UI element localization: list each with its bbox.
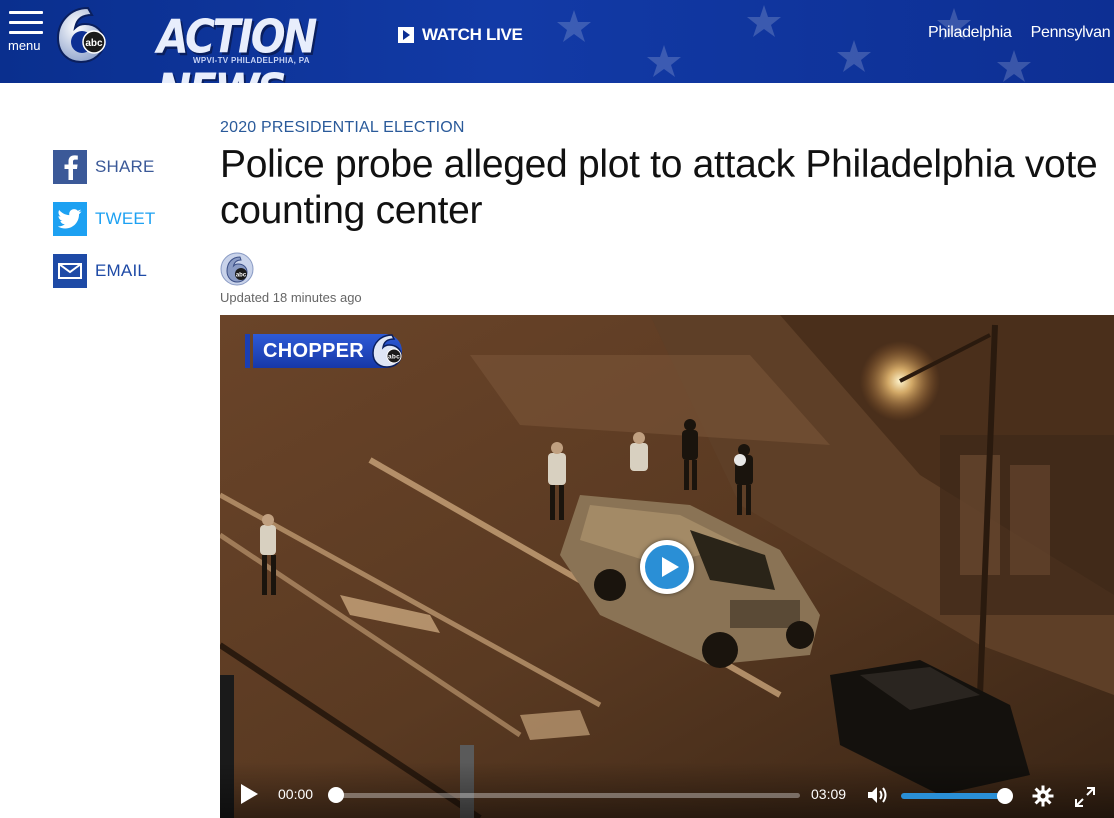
chopper-label: CHOPPER	[263, 339, 365, 362]
channel-6-logo-icon: abc	[372, 334, 402, 368]
bug-stripe	[245, 334, 250, 368]
seek-bar[interactable]	[328, 787, 800, 803]
big-play-button[interactable]	[640, 540, 694, 594]
author-badge-text: abc	[236, 273, 247, 279]
share-twitter-button[interactable]: TWEET	[53, 202, 193, 236]
share-facebook-label: SHARE	[95, 157, 155, 176]
header-nav: Philadelphia Pennsylvan	[928, 24, 1111, 42]
settings-gear-icon[interactable]	[1032, 785, 1054, 807]
nav-link-philadelphia[interactable]: Philadelphia	[928, 24, 1012, 42]
article-category[interactable]: 2020 PRESIDENTIAL ELECTION	[220, 119, 465, 137]
share-twitter-label: TWEET	[95, 209, 156, 228]
bug-badge-text: abc	[388, 354, 400, 361]
chopper-bug: CHOPPER abc	[245, 333, 403, 369]
envelope-icon	[53, 254, 87, 288]
share-email-button[interactable]: EMAIL	[53, 254, 193, 288]
abc-badge-text: abc	[85, 38, 103, 49]
video-player[interactable]: CHOPPER abc 00:00 03:09	[220, 315, 1114, 818]
play-icon	[645, 545, 689, 589]
logo-text: ACTION NEWS	[157, 10, 317, 83]
article-headline: Police probe alleged plot to attack Phil…	[220, 143, 1098, 232]
play-icon	[398, 27, 414, 43]
channel-6-logo-icon: abc	[56, 6, 106, 64]
hamburger-icon-bar	[9, 21, 43, 24]
author-avatar[interactable]: abc	[220, 252, 254, 286]
watch-live-button[interactable]: WATCH LIVE	[398, 24, 523, 46]
fullscreen-icon[interactable]	[1074, 786, 1096, 808]
site-header: menu abc ACTION NEWS WPVI-TV PHILADELPHI…	[0, 0, 1114, 83]
seek-handle[interactable]	[328, 787, 344, 803]
share-email-label: EMAIL	[95, 261, 148, 280]
logo-subtitle: WPVI-TV PHILADELPHIA, PA	[193, 56, 310, 65]
current-time: 00:00	[278, 786, 314, 802]
facebook-icon	[53, 150, 87, 184]
play-pause-button[interactable]	[240, 784, 258, 804]
duration: 03:09	[811, 786, 847, 802]
bug-label-box: CHOPPER abc	[253, 334, 403, 368]
volume-icon[interactable]	[866, 785, 890, 805]
article-updated-time: Updated 18 minutes ago	[220, 290, 362, 305]
nav-link-pennsylvania[interactable]: Pennsylvan	[1031, 24, 1111, 42]
hamburger-icon	[9, 11, 43, 14]
site-logo[interactable]: abc ACTION NEWS WPVI-TV PHILADELPHIA, PA	[50, 4, 325, 83]
video-controls: 00:00 03:09	[220, 762, 1114, 818]
volume-handle[interactable]	[997, 788, 1013, 804]
hamburger-icon-bar	[9, 31, 43, 34]
share-facebook-button[interactable]: SHARE	[53, 150, 193, 184]
volume-slider[interactable]	[901, 788, 1013, 804]
menu-label[interactable]: menu	[8, 38, 41, 53]
watch-live-label: WATCH LIVE	[422, 25, 523, 44]
twitter-icon	[53, 202, 87, 236]
